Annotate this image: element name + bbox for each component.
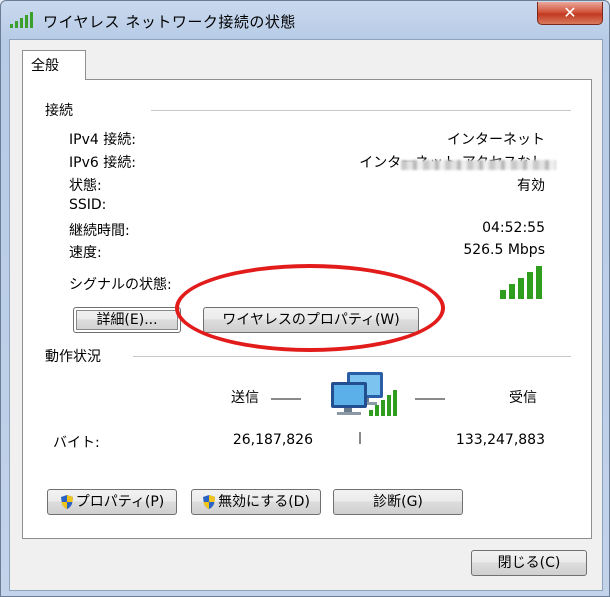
connection-section-title: 接続 — [45, 100, 79, 120]
received-dash — [415, 398, 445, 400]
network-computers-icon — [331, 372, 397, 416]
state-value: 有効 — [517, 178, 545, 194]
state-label: 状態: — [69, 178, 102, 194]
status-window: ワイヤレス ネットワーク接続の状態 ✕ 全般 接続 IPv4 接続: インターネ… — [0, 0, 610, 597]
diagnose-button[interactable]: 診断(G) — [333, 489, 463, 515]
activity-divider — [133, 356, 571, 357]
shield-icon — [60, 495, 73, 509]
ipv4-value: インターネット — [447, 132, 545, 148]
signal-label: シグナルの状態: — [69, 277, 172, 293]
ssid-redacted-value — [401, 160, 556, 170]
sent-label: 送信 — [231, 390, 259, 406]
ssid-label: SSID: — [69, 197, 107, 213]
properties-button[interactable]: プロパティ(P) — [47, 489, 177, 515]
bytes-sent-value: 26,187,826 — [232, 432, 313, 448]
dialog-client: 全般 接続 IPv4 接続: インターネット IPv6 接続: インターネット … — [9, 39, 603, 591]
speed-label: 速度: — [69, 245, 102, 261]
duration-label: 継続時間: — [69, 223, 130, 239]
properties-button-label: プロパティ(P) — [75, 494, 165, 510]
close-icon: ✕ — [563, 3, 577, 22]
bytes-label: バイト: — [53, 435, 100, 451]
activity-section-title: 動作状況 — [45, 346, 107, 366]
close-window-button[interactable]: ✕ — [537, 2, 603, 25]
activity-vertical-dash — [359, 432, 361, 444]
signal-quality-icon — [500, 266, 542, 299]
window-title: ワイヤレス ネットワーク接続の状態 — [43, 13, 296, 31]
duration-value: 04:52:55 — [482, 220, 545, 236]
disable-button[interactable]: 無効にする(D) — [191, 489, 321, 515]
received-label: 受信 — [509, 390, 537, 406]
disable-button-label: 無効にする(D) — [218, 494, 310, 510]
ipv4-label: IPv4 接続: — [69, 132, 136, 148]
tab-general[interactable]: 全般 — [22, 50, 86, 80]
close-button[interactable]: 閉じる(C) — [471, 550, 587, 576]
wireless-properties-button[interactable]: ワイヤレスのプロパティ(W) — [203, 307, 419, 333]
ipv6-label: IPv6 接続: — [69, 155, 136, 171]
details-button[interactable]: 詳細(E)... — [73, 307, 181, 333]
connection-divider — [151, 110, 571, 111]
title-bar[interactable]: ワイヤレス ネットワーク接続の状態 ✕ — [1, 1, 609, 41]
sent-dash — [271, 398, 301, 400]
speed-value: 526.5 Mbps — [463, 242, 545, 258]
shield-icon — [203, 495, 216, 509]
bytes-received-value: 133,247,883 — [455, 432, 545, 448]
signal-strength-icon — [10, 12, 33, 28]
general-panel: 接続 IPv4 接続: インターネット IPv6 接続: インターネット アクセ… — [22, 79, 592, 539]
